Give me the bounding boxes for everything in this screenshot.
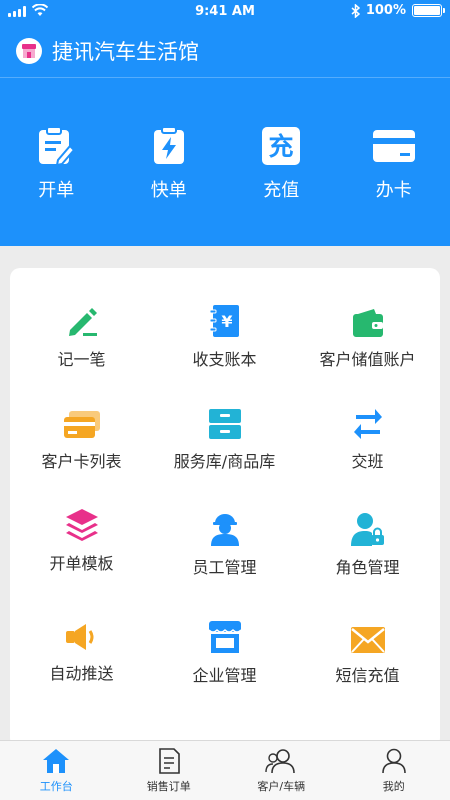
feature-label: 角色管理 [335, 558, 400, 577]
battery-percent: 100% [365, 3, 406, 18]
recharge-icon: 充 [262, 127, 301, 165]
feature-label: 服务库/商品库 [173, 452, 276, 471]
feature-label: 开单模板 [49, 554, 114, 573]
cabinet-icon [208, 409, 241, 439]
feature-label: 收支账本 [192, 350, 257, 369]
app-title: 捷讯汽车生活馆 [52, 39, 199, 64]
tab-mine[interactable]: 我的 [338, 741, 450, 800]
feature-customer-cards[interactable]: 客户卡列表 [10, 404, 153, 472]
card-icon [372, 130, 415, 162]
tab-label: 客户/车辆 [257, 780, 306, 793]
speaker-icon [65, 624, 93, 650]
quick-action-chongzhi[interactable]: 充 充值 [225, 126, 338, 202]
feature-service-library[interactable]: 服务库/商品库 [153, 404, 296, 472]
clipboard-edit-icon [39, 126, 76, 166]
feature-label: 客户卡列表 [41, 452, 122, 471]
layers-icon [65, 509, 98, 541]
lightning-icon [153, 126, 184, 164]
tab-workbench[interactable]: 工作台 [0, 741, 113, 800]
tab-customers-vehicles[interactable]: 客户/车辆 [225, 741, 338, 800]
bottom-tab-bar: 工作台 销售订单 客户/车辆 我的 [0, 740, 450, 800]
tab-label: 工作台 [39, 780, 73, 793]
svg-text:¥: ¥ [221, 312, 232, 331]
tab-label: 我的 [382, 780, 405, 793]
cards-icon [63, 411, 100, 438]
feature-label: 企业管理 [192, 666, 257, 685]
feature-stored-value-account[interactable]: 客户储值账户 [296, 302, 439, 370]
feature-enterprise-management[interactable]: 企业管理 [153, 618, 296, 686]
feature-ledger[interactable]: ¥ 收支账本 [153, 302, 296, 370]
quick-action-kuaidan[interactable]: 快单 [113, 126, 226, 202]
feature-label: 自动推送 [49, 664, 114, 683]
customers-icon [265, 749, 296, 774]
feature-role-management[interactable]: 角色管理 [296, 510, 439, 578]
feature-sms-recharge[interactable]: 短信充值 [296, 618, 439, 686]
home-icon [43, 749, 70, 773]
battery-icon [412, 4, 445, 17]
store-icon [207, 621, 242, 653]
pen-icon [68, 308, 97, 336]
bluetooth-icon [351, 3, 360, 18]
feature-shift-handover[interactable]: 交班 [296, 404, 439, 472]
quick-action-kaidan[interactable]: 开单 [0, 126, 113, 202]
tab-label: 销售订单 [146, 780, 191, 793]
feature-jiyibi[interactable]: 记一笔 [10, 302, 153, 370]
wallet-icon [352, 309, 383, 337]
feature-label: 员工管理 [192, 558, 257, 577]
swap-icon [353, 409, 382, 439]
feature-auto-push[interactable]: 自动推送 [10, 616, 153, 684]
quick-actions: 开单 快单 充 充值 办卡 [0, 126, 450, 202]
quick-action-label: 开单 [38, 180, 75, 201]
feature-order-template[interactable]: 开单模板 [10, 506, 153, 574]
feature-label: 记一笔 [57, 350, 106, 369]
profile-icon [381, 748, 406, 774]
document-icon [158, 748, 180, 774]
app-header: 捷讯汽车生活馆 [0, 24, 450, 78]
ledger-icon: ¥ [209, 305, 239, 337]
tab-sales-orders[interactable]: 销售订单 [113, 741, 226, 800]
feature-label: 短信充值 [335, 666, 400, 685]
worker-icon [210, 514, 239, 546]
feature-staff-management[interactable]: 员工管理 [153, 510, 296, 578]
quick-action-label: 充值 [263, 180, 300, 201]
quick-action-label: 快单 [150, 180, 187, 201]
top-banner: 9:41 AM 100% 捷讯汽车生活馆 开单 快单 充 充值 办卡 [0, 0, 450, 246]
store-logo-icon [16, 37, 42, 64]
svg-text:充: 充 [269, 132, 294, 161]
feature-grid-card: 记一笔 ¥ 收支账本 客户储值账户 客户卡列表 服务库/商品库 交班 开单模板 … [10, 268, 440, 748]
feature-label: 交班 [351, 452, 384, 471]
user-lock-icon [350, 513, 384, 546]
status-bar: 9:41 AM 100% [0, 0, 450, 24]
mail-icon [350, 627, 385, 653]
quick-action-banka[interactable]: 办卡 [338, 126, 450, 202]
quick-action-label: 办卡 [375, 180, 412, 201]
feature-label: 客户储值账户 [319, 350, 416, 369]
